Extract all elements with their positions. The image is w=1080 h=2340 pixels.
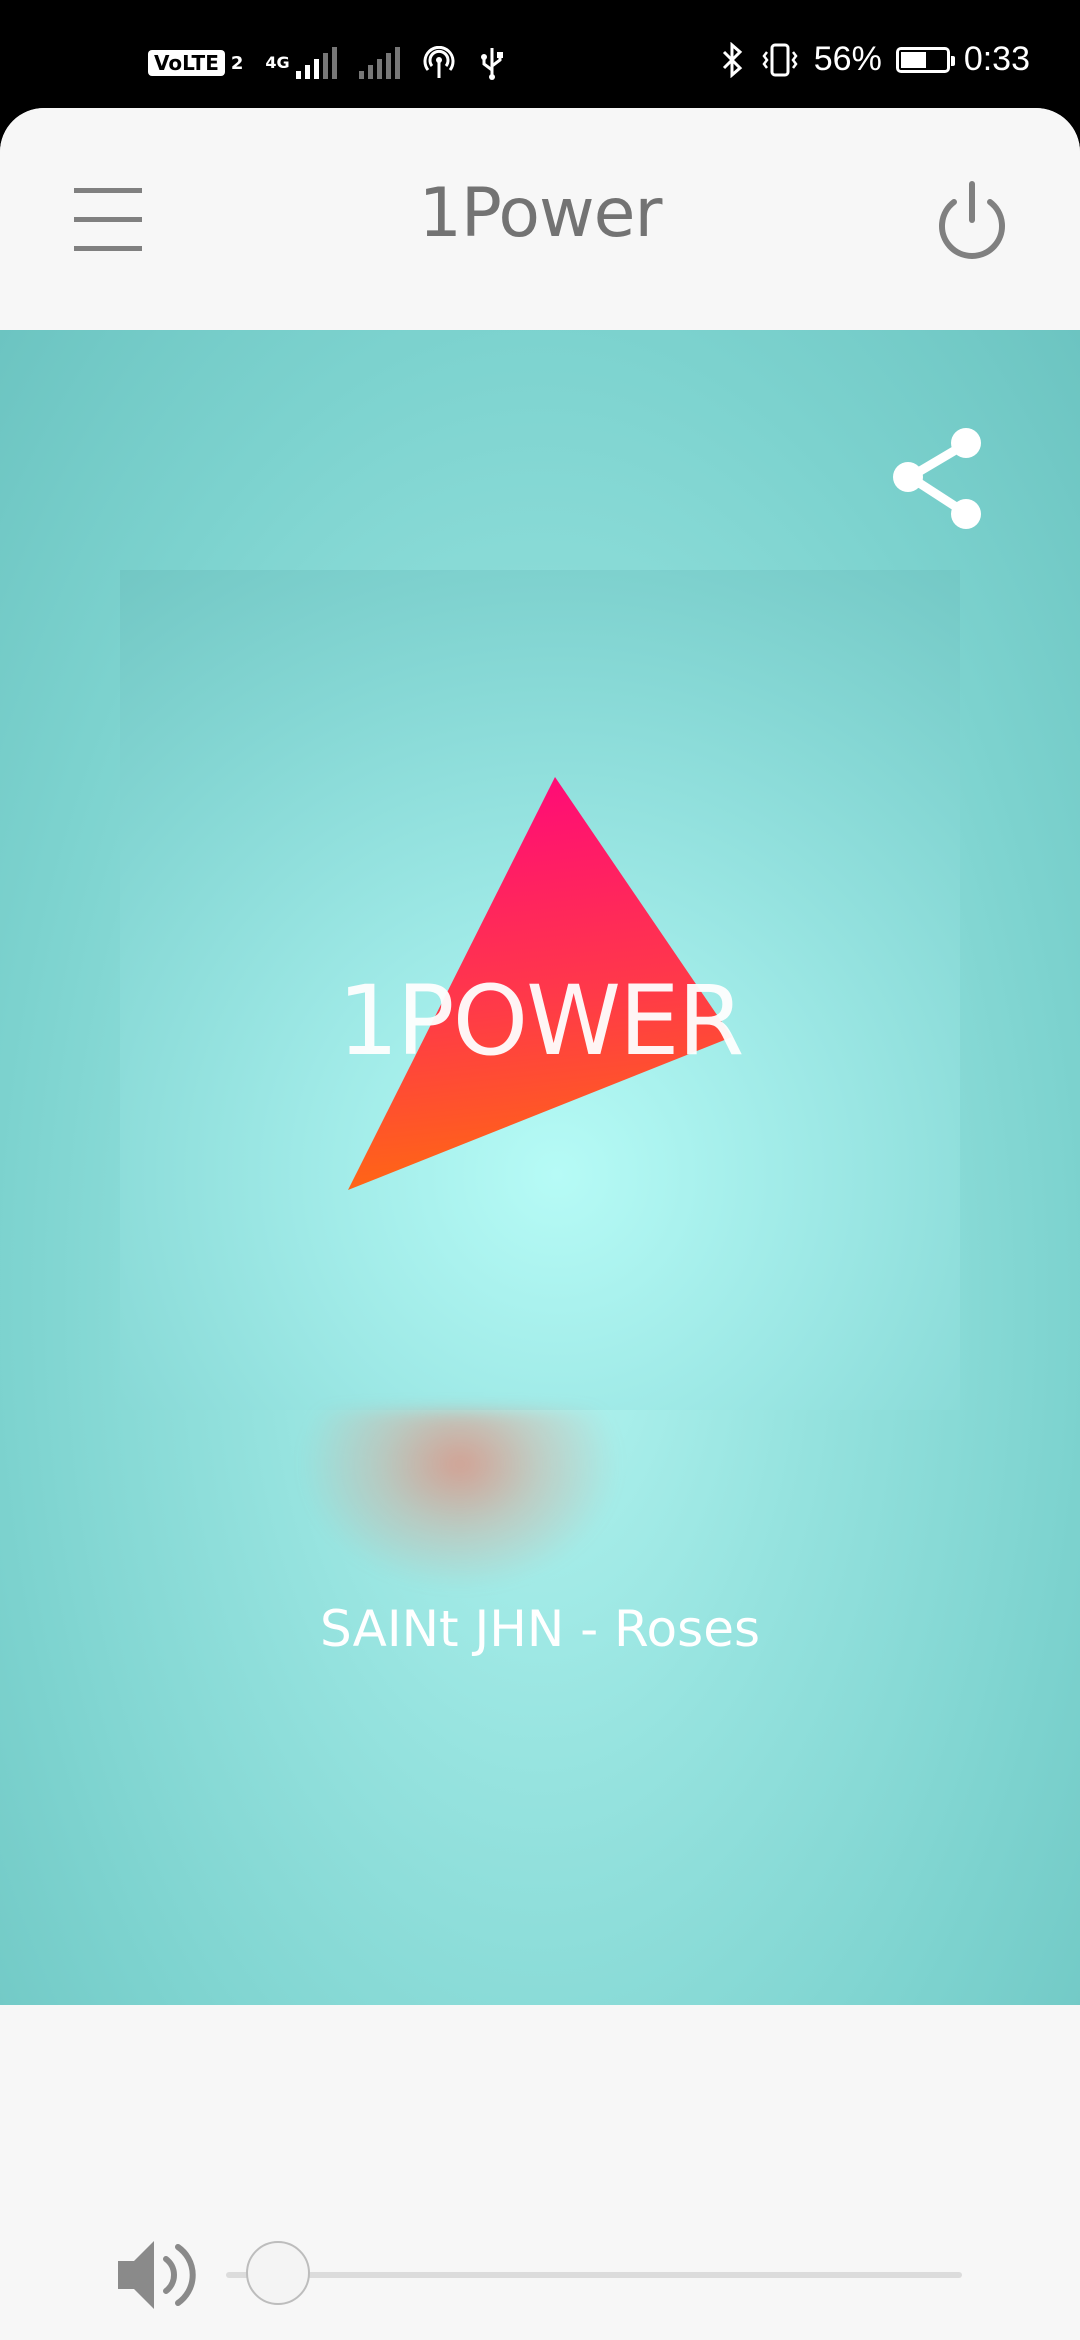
signal-icon bbox=[295, 47, 337, 79]
battery-icon bbox=[895, 46, 955, 73]
signal-icon-sim2 bbox=[358, 47, 400, 79]
volume-slider-track[interactable] bbox=[226, 2272, 962, 2278]
bluetooth-icon bbox=[722, 41, 742, 78]
album-cover: 1POWER bbox=[120, 570, 960, 1410]
status-left-icons: VoLTE 2 4G bbox=[148, 46, 506, 80]
volume-slider-thumb[interactable] bbox=[246, 2241, 310, 2305]
clock: 0:33 bbox=[963, 40, 1030, 78]
cover-logo-text: 1POWER bbox=[337, 965, 745, 1077]
volume-icon[interactable] bbox=[116, 2235, 198, 2315]
share-icon[interactable] bbox=[890, 425, 990, 535]
battery-fill bbox=[900, 51, 926, 68]
status-right-icons: 56% 0:33 bbox=[720, 40, 1030, 79]
volume-controls bbox=[0, 2005, 1080, 2340]
app-title: 1Power bbox=[418, 174, 663, 253]
volte-badge: VoLTE bbox=[148, 50, 225, 76]
usb-icon bbox=[480, 48, 503, 80]
player-area: 1POWER SAINt JHN - Roses bbox=[0, 330, 1080, 2005]
app-container: 1Power 1POWER SAINt JHN - Roses bbox=[0, 108, 1080, 2340]
battery-percent: 56% bbox=[813, 40, 882, 78]
network-type: 4G bbox=[265, 53, 290, 72]
status-bar: VoLTE 2 4G 56% 0:33 bbox=[0, 0, 1080, 108]
sim-number: 2 bbox=[230, 52, 244, 74]
vibrate-icon bbox=[762, 43, 798, 76]
now-playing-title: SAINt JHN - Roses bbox=[319, 1600, 761, 1658]
cover-reflection bbox=[300, 1410, 620, 1590]
app-header: 1Power bbox=[0, 108, 1080, 330]
hotspot-icon bbox=[423, 46, 455, 78]
power-icon[interactable] bbox=[932, 176, 1012, 266]
